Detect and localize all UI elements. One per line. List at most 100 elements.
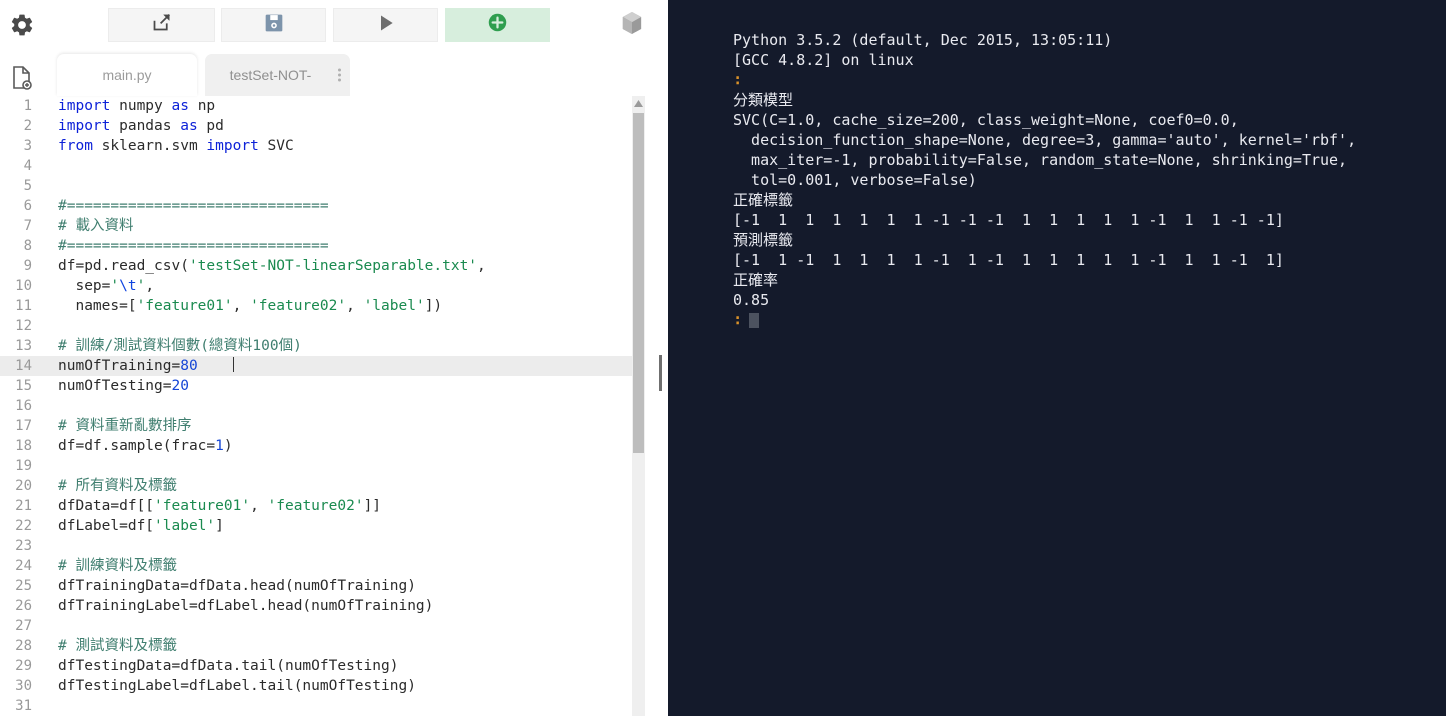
- code-line[interactable]: 4: [0, 156, 632, 176]
- line-number: 5: [23, 178, 32, 194]
- code-line[interactable]: 27: [0, 616, 632, 636]
- run-button[interactable]: [333, 8, 438, 42]
- terminal-line-text: [-1 1 1 1 1 1 1 -1 -1 -1 1 1 1 1 1 -1 1 …: [733, 211, 1284, 229]
- prompt-glyph-icon: ∶: [733, 71, 743, 89]
- code-line[interactable]: 11 names=['feature01', 'feature02', 'lab…: [0, 296, 632, 316]
- save-floppy-icon: [264, 13, 284, 38]
- code-line[interactable]: 21 dfData=df[['feature01', 'feature02']]: [0, 496, 632, 516]
- code-line[interactable]: 23: [0, 536, 632, 556]
- code-lines[interactable]: 1 import numpy as np 2 import pandas as pd 3…: [0, 96, 632, 716]
- code-line[interactable]: 31: [0, 696, 632, 716]
- tab-menu-dots-icon[interactable]: [338, 68, 341, 82]
- code-line[interactable]: 1 import numpy as np: [0, 96, 632, 116]
- line-number: 9: [23, 258, 32, 274]
- code-line[interactable]: 30 dfTestingLabel=dfLabel.tail(numOfTesti…: [0, 676, 632, 696]
- terminal-line: 正確標籤: [733, 190, 1438, 210]
- terminal-line-text: tol=0.001, verbose=False): [733, 171, 977, 189]
- code-line-text: dfTestingData=dfData.tail(numOfTesting): [58, 658, 399, 674]
- code-line[interactable]: 26 dfTrainingLabel=dfLabel.head(numOfTrai…: [0, 596, 632, 616]
- line-number: 28: [15, 638, 32, 654]
- code-line-text: # 載入資料: [58, 218, 134, 234]
- code-line-text: import pandas as pd: [58, 118, 224, 134]
- code-line[interactable]: 7 # 載入資料: [0, 216, 632, 236]
- code-editor[interactable]: 1 import numpy as np 2 import pandas as pd 3…: [0, 96, 668, 716]
- package-box-icon: [621, 11, 643, 40]
- add-button[interactable]: [445, 8, 550, 42]
- line-number: 12: [15, 318, 32, 334]
- code-line[interactable]: 17 # 資料重新亂數排序: [0, 416, 632, 436]
- line-number: 21: [15, 498, 32, 514]
- code-line-text: dfLabel=df['label']: [58, 518, 224, 534]
- code-line[interactable]: 10 sep='\t',: [0, 276, 632, 296]
- line-number: 2: [23, 118, 32, 134]
- code-line[interactable]: 6 #==============================: [0, 196, 632, 216]
- code-line-text: sep='\t',: [58, 278, 155, 294]
- terminal-output: Python 3.5.2 (default, Dec 2015, 13:05:1…: [733, 30, 1438, 330]
- line-number: 26: [15, 598, 32, 614]
- text-cursor: [232, 357, 234, 372]
- code-line[interactable]: 29 dfTestingData=dfData.tail(numOfTesting…: [0, 656, 632, 676]
- code-line[interactable]: 2 import pandas as pd: [0, 116, 632, 136]
- gear-icon[interactable]: [7, 10, 37, 40]
- scroll-up-arrow-icon[interactable]: [633, 98, 644, 109]
- code-line-text: dfTrainingLabel=dfLabel.head(numOfTraini…: [58, 598, 434, 614]
- splitter-handle[interactable]: [659, 355, 662, 391]
- line-number: 19: [15, 458, 32, 474]
- line-number: 23: [15, 538, 32, 554]
- code-line[interactable]: 18 df=df.sample(frac=1): [0, 436, 632, 456]
- terminal-line: decision_function_shape=None, degree=3, …: [733, 130, 1438, 150]
- code-line[interactable]: 9 df=pd.read_csv('testSet-NOT-linearSepar…: [0, 256, 632, 276]
- terminal-pane[interactable]: Python 3.5.2 (default, Dec 2015, 13:05:1…: [668, 0, 1446, 716]
- code-line[interactable]: 20 # 所有資料及標籤: [0, 476, 632, 496]
- terminal-line-text: SVC(C=1.0, cache_size=200, class_weight=…: [733, 111, 1239, 129]
- editor-vertical-scrollbar[interactable]: [632, 96, 645, 716]
- terminal-line-text: max_iter=-1, probability=False, random_s…: [733, 151, 1348, 169]
- line-number: 29: [15, 658, 32, 674]
- tab-testset[interactable]: testSet-NOT-: [205, 54, 350, 96]
- code-line[interactable]: 5: [0, 176, 632, 196]
- code-line-text: names=['feature01', 'feature02', 'label'…: [58, 298, 443, 314]
- code-line[interactable]: 28 # 測試資料及標籤: [0, 636, 632, 656]
- code-line[interactable]: 25 dfTrainingData=dfData.head(numOfTraini…: [0, 576, 632, 596]
- code-line[interactable]: 24 # 訓練資料及標籤: [0, 556, 632, 576]
- line-number: 15: [15, 378, 32, 394]
- tab-main-py[interactable]: main.py: [57, 54, 197, 96]
- code-line[interactable]: 22 dfLabel=df['label']: [0, 516, 632, 536]
- terminal-line-text: 正確標籤: [733, 191, 794, 209]
- terminal-line: [-1 1 1 1 1 1 1 -1 -1 -1 1 1 1 1 1 -1 1 …: [733, 210, 1438, 230]
- code-line[interactable]: 14 numOfTraining=80: [0, 356, 632, 376]
- terminal-line-text: 0.85: [733, 291, 770, 309]
- terminal-line: max_iter=-1, probability=False, random_s…: [733, 150, 1438, 170]
- terminal-line: SVC(C=1.0, cache_size=200, class_weight=…: [733, 110, 1438, 130]
- line-number: 13: [15, 338, 32, 354]
- code-line-text: dfTrainingData=dfData.head(numOfTraining…: [58, 578, 416, 594]
- tab-label: testSet-NOT-: [229, 67, 312, 83]
- code-line[interactable]: 3 from sklearn.svm import SVC: [0, 136, 632, 156]
- code-line[interactable]: 15 numOfTesting=20: [0, 376, 632, 396]
- terminal-line-text: Python 3.5.2 (default, Dec 2015, 13:05:1…: [733, 31, 1113, 49]
- share-export-button[interactable]: [108, 8, 215, 42]
- tab-label: main.py: [102, 67, 152, 83]
- code-line[interactable]: 19: [0, 456, 632, 476]
- line-number: 1: [23, 98, 32, 114]
- package-button[interactable]: [615, 8, 649, 42]
- scrollbar-thumb[interactable]: [633, 113, 644, 453]
- code-line-text: df=pd.read_csv('testSet-NOT-linearSepara…: [58, 258, 486, 274]
- code-line[interactable]: 8 #==============================: [0, 236, 632, 256]
- terminal-line-text: 預測標籤: [733, 231, 794, 249]
- pane-splitter[interactable]: [645, 0, 668, 716]
- line-number: 24: [15, 558, 32, 574]
- code-line-text: # 資料重新亂數排序: [58, 418, 192, 434]
- line-number: 18: [15, 438, 32, 454]
- terminal-line: tol=0.001, verbose=False): [733, 170, 1438, 190]
- code-line[interactable]: 12: [0, 316, 632, 336]
- share-export-icon: [151, 12, 172, 38]
- terminal-line-text: 分類模型: [733, 91, 794, 109]
- code-line[interactable]: 13 # 訓練/測試資料個數(總資料100個): [0, 336, 632, 356]
- terminal-line-text: decision_function_shape=None, degree=3, …: [733, 131, 1357, 149]
- code-line-text: # 所有資料及標籤: [58, 478, 177, 494]
- save-button[interactable]: [221, 8, 326, 42]
- new-file-icon[interactable]: [7, 63, 37, 93]
- terminal-line: 正確率: [733, 270, 1438, 290]
- code-line[interactable]: 16: [0, 396, 632, 416]
